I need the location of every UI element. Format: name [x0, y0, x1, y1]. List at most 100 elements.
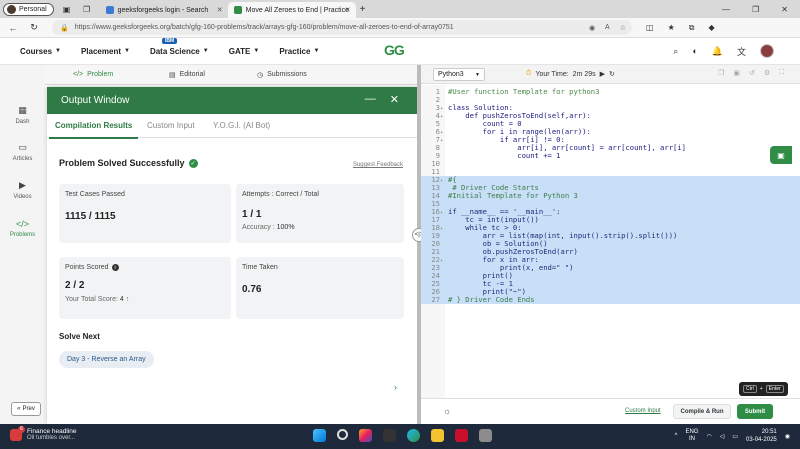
menu-placement[interactable]: Placement ▼: [81, 47, 130, 56]
mcafee-icon[interactable]: [455, 429, 468, 442]
arrow-up-icon: ↑: [125, 296, 130, 303]
split-screen-icon[interactable]: ◫: [646, 23, 654, 33]
chevron-down-icon: ▼: [202, 48, 209, 54]
code-line[interactable]: 9 count += 1: [421, 152, 800, 160]
menu-courses[interactable]: Courses ▼: [20, 47, 61, 56]
search-icon[interactable]: [337, 429, 348, 440]
chat-icon[interactable]: ▣: [770, 146, 792, 164]
chevron-right-icon[interactable]: ›: [394, 382, 397, 392]
menu-practice[interactable]: Practice ▼: [279, 47, 319, 56]
points-card: Points Scored i 2 / 2 Your Total Score: …: [59, 257, 231, 319]
close-tab-icon[interactable]: ✕: [217, 6, 223, 14]
new-tab-icon[interactable]: +: [360, 4, 366, 15]
edge-browser-icon[interactable]: [407, 429, 420, 442]
system-tray: ^ ENG IN ◠ ◁ ▭ 20:51 03-04-2025 ◉: [675, 428, 790, 444]
reset-timer-icon[interactable]: ↻: [609, 70, 615, 78]
favorites-icon[interactable]: ★: [668, 23, 675, 33]
rail-item-dash[interactable]: ▦ Dash: [0, 105, 45, 125]
notification-bell-icon[interactable]: 🔔: [712, 46, 723, 57]
rail-item-videos[interactable]: ▶ Videos: [0, 180, 45, 200]
rail-item-problems[interactable]: </> Problems: [0, 219, 45, 238]
tab-problem[interactable]: </> Problem: [73, 71, 113, 78]
copilot-icon[interactable]: ◆: [708, 23, 714, 33]
code-line[interactable]: 27 # } Driver Code Ends: [421, 296, 800, 304]
profile-button[interactable]: Personal: [3, 2, 54, 16]
clock-icon: ⏱: [526, 70, 532, 77]
url-field[interactable]: 🔒 https://www.geeksforgeeks.org/batch/gf…: [52, 20, 632, 35]
hint-bulb-icon[interactable]: ☼: [443, 406, 451, 416]
book-icon: ▭: [18, 142, 27, 152]
tab-actions-icon[interactable]: ❐: [80, 2, 94, 16]
workspaces-icon[interactable]: ▣: [60, 2, 74, 16]
info-icon[interactable]: i: [111, 264, 119, 271]
windows-start-icon[interactable]: [313, 429, 326, 442]
close-panel-icon[interactable]: ✕: [390, 93, 399, 106]
input-language[interactable]: ENG IN: [685, 429, 698, 443]
code-editor[interactable]: 1 #User function Template for python3 2 3…: [421, 85, 800, 398]
user-avatar[interactable]: [760, 44, 774, 58]
menu-gate[interactable]: GATE ▼: [229, 47, 260, 56]
translate-icon[interactable]: 文: [737, 45, 746, 58]
play-icon[interactable]: ▶: [600, 70, 605, 78]
chevron-down-icon: ▼: [475, 71, 480, 78]
next-problem-chip[interactable]: Day 3 - Reverse an Array: [59, 351, 154, 368]
news-widget[interactable]: Finance headline Oil tumbles over...: [10, 425, 77, 441]
show-hidden-icons-icon[interactable]: ^: [675, 433, 678, 439]
minimize-panel-icon[interactable]: —: [365, 93, 376, 106]
photos-icon[interactable]: [383, 429, 396, 442]
code-line[interactable]: 1 #User function Template for python3: [421, 88, 800, 96]
read-aloud-icon[interactable]: A: [605, 24, 610, 32]
code-line[interactable]: 14 #Initial Template for Python 3: [421, 192, 800, 200]
settings-icon[interactable]: ⚙: [764, 69, 770, 77]
taskbar: Finance headline Oil tumbles over... ^ E…: [0, 424, 800, 449]
favorite-icon[interactable]: ☆: [620, 24, 626, 32]
suggest-feedback-link[interactable]: Suggest Feedback: [353, 162, 403, 168]
browser-tab-search[interactable]: geeksforgeeks login - Search ✕: [100, 2, 228, 18]
battery-icon[interactable]: ▭: [732, 433, 738, 440]
browser-tab-practice[interactable]: Move All Zeroes to End | Practice ✕: [227, 2, 356, 18]
prev-button[interactable]: « Prev: [11, 402, 41, 416]
tab-custom-input[interactable]: Custom Input: [147, 121, 195, 130]
submit-button[interactable]: Submit: [737, 404, 773, 419]
line-number: 27: [431, 295, 440, 304]
rail-item-articles[interactable]: ▭ Articles: [0, 142, 45, 162]
language-select[interactable]: Python3 ▼: [433, 68, 485, 81]
notifications-icon[interactable]: ◉: [785, 433, 790, 440]
fullscreen-icon[interactable]: ⛶: [779, 69, 784, 77]
save-icon[interactable]: ▣: [733, 69, 740, 77]
url-text: https://www.geeksforgeeks.org/batch/gfg-…: [74, 24, 454, 31]
file-explorer-icon[interactable]: [431, 429, 444, 442]
reset-code-icon[interactable]: ↺: [749, 69, 755, 77]
code-text: # } Driver Code Ends: [448, 295, 535, 304]
gfg-logo[interactable]: GG: [384, 42, 405, 58]
search-favicon: [105, 6, 114, 14]
maximize-icon[interactable]: ❐: [752, 5, 759, 14]
refresh-icon[interactable]: ↻: [26, 22, 42, 33]
copy-icon[interactable]: ❐: [718, 69, 724, 77]
close-tab-icon[interactable]: ✕: [345, 6, 351, 14]
code-line[interactable]: 11: [421, 168, 800, 176]
custom-input-link[interactable]: Custom Input: [625, 408, 661, 414]
volume-icon[interactable]: ◁: [720, 433, 725, 440]
menu-data-science[interactable]: IBM Data Science ▼: [150, 37, 209, 56]
tab-yogi-ai-bot[interactable]: Y.O.G.I. (AI Bot): [213, 121, 270, 130]
tab-submissions[interactable]: ◷ Submissions: [257, 71, 307, 79]
tab-editorial[interactable]: ▤ Editorial: [169, 71, 205, 79]
minimize-icon[interactable]: —: [722, 5, 730, 14]
back-icon[interactable]: ←: [5, 23, 21, 33]
close-window-icon[interactable]: ✕: [781, 5, 788, 14]
theme-toggle-icon[interactable]: ◐: [692, 46, 697, 56]
tab-compilation-results[interactable]: Compilation Results: [48, 121, 139, 139]
extension-icon[interactable]: ◉: [589, 24, 595, 32]
compile-run-button[interactable]: Compile & Run: [673, 404, 731, 419]
clock[interactable]: 20:51 03-04-2025: [746, 428, 777, 444]
calculator-icon[interactable]: [479, 429, 492, 442]
wifi-icon[interactable]: ◠: [707, 433, 712, 440]
attempts-value: 1 / 1: [242, 209, 262, 220]
code-text: #User function Template for python3: [448, 87, 600, 96]
code-line[interactable]: 10: [421, 160, 800, 168]
code-icon: </>: [73, 71, 84, 78]
collections-icon[interactable]: ⧉: [689, 23, 695, 33]
search-icon[interactable]: ⌕: [673, 46, 678, 57]
copilot-app-icon[interactable]: [359, 429, 372, 442]
